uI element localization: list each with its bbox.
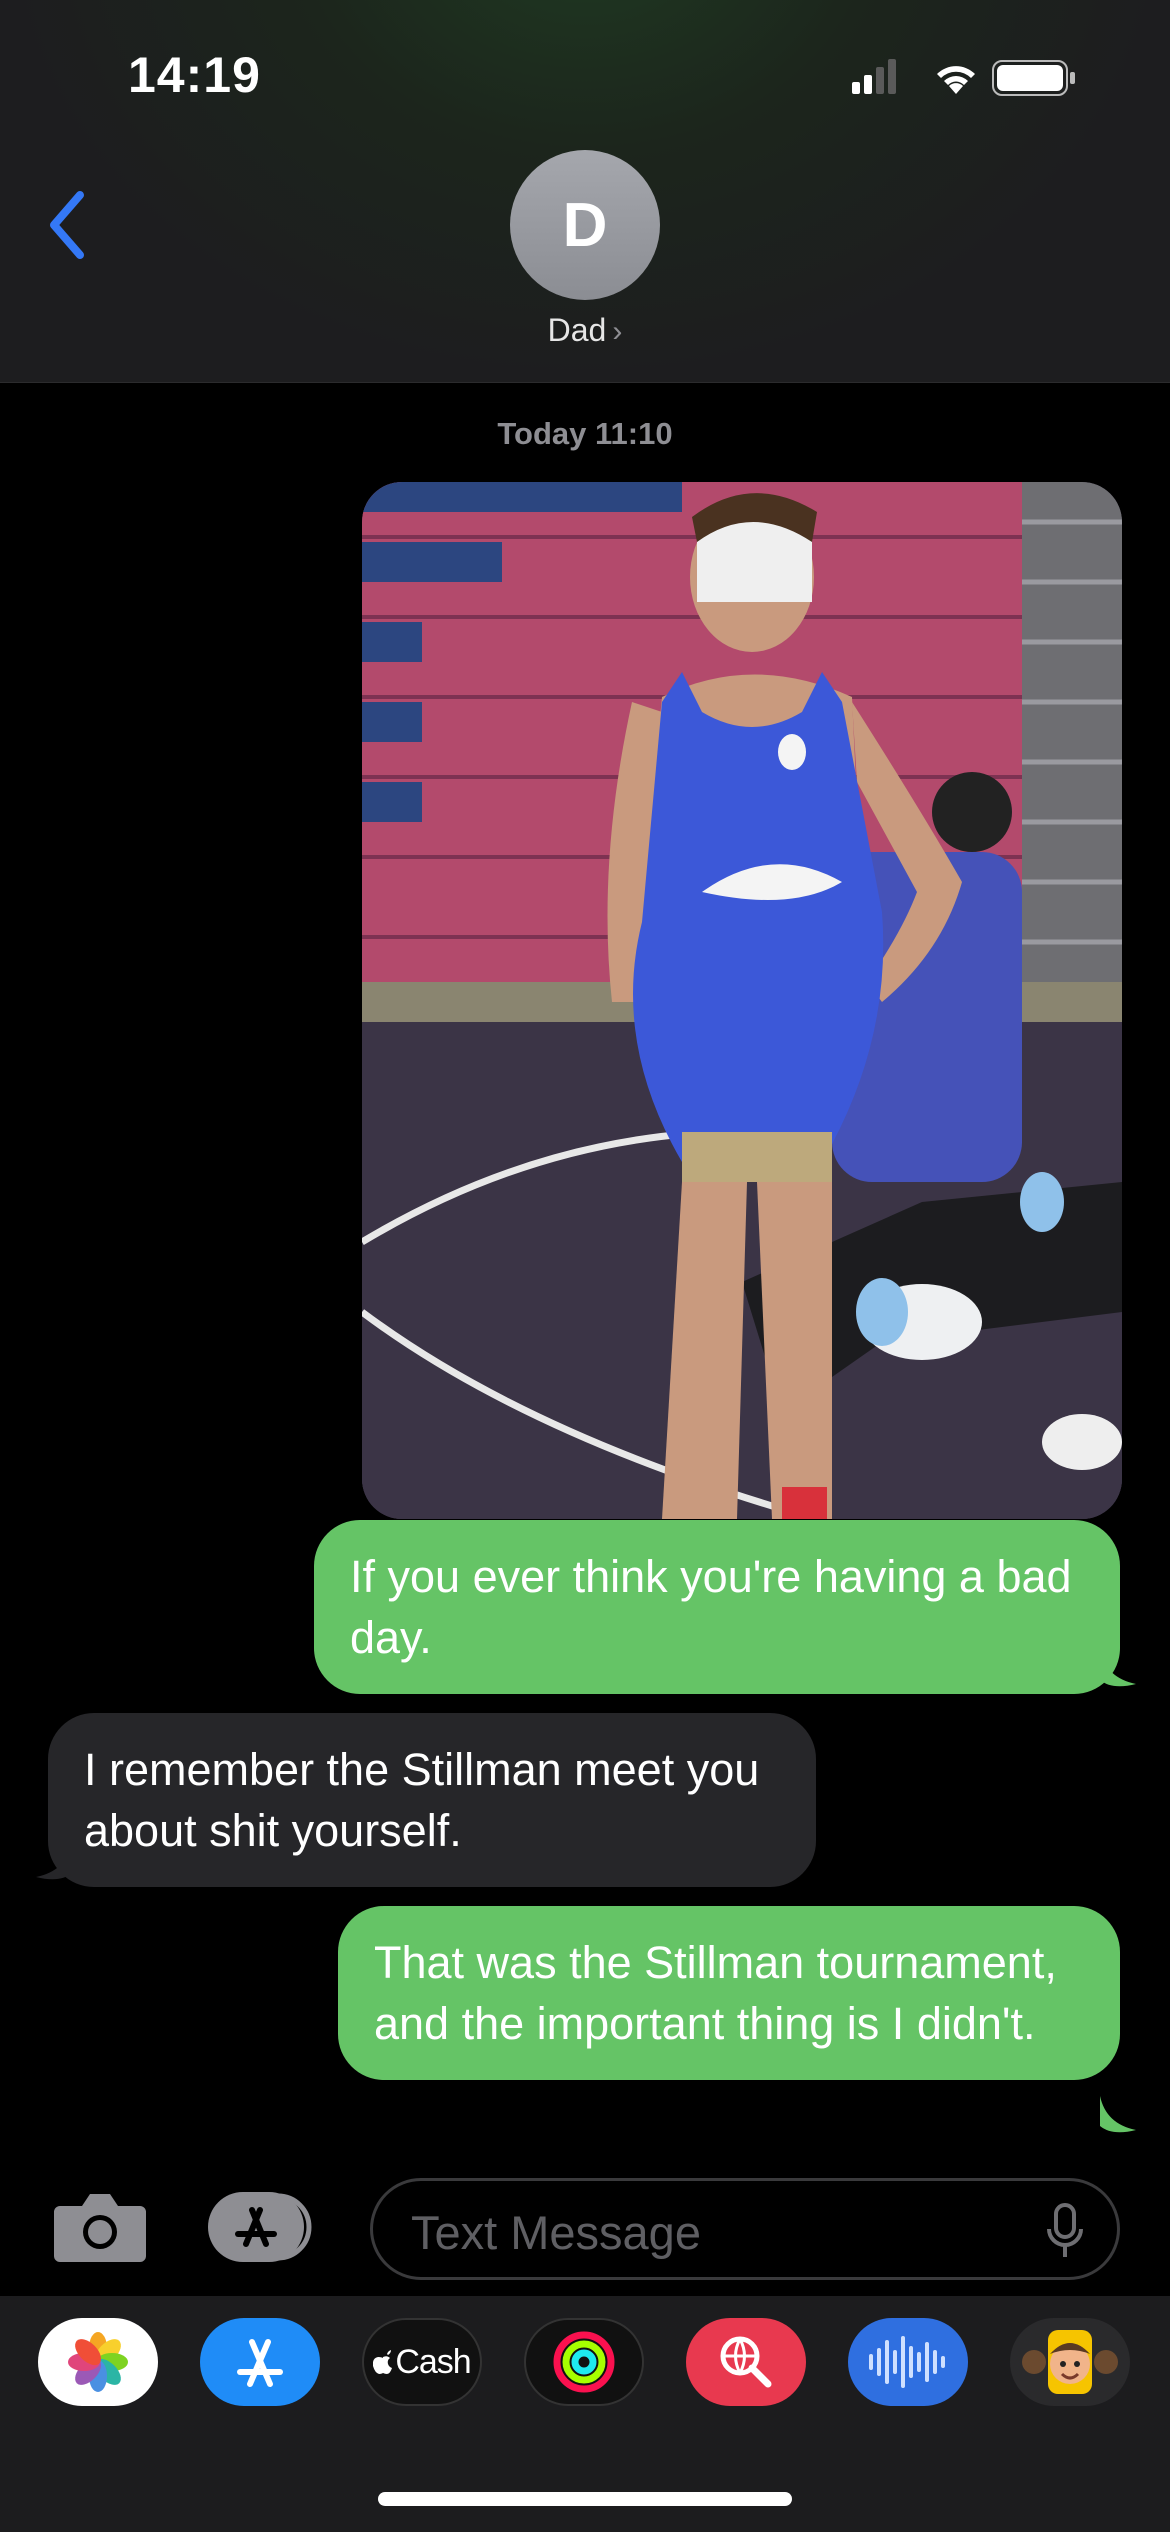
message-input[interactable]: Text Message (370, 2178, 1120, 2280)
apple-logo-icon (373, 2350, 393, 2374)
back-chevron-icon[interactable] (40, 185, 100, 265)
app-store-button-icon[interactable] (208, 2192, 320, 2262)
memoji-face-icon (1022, 2330, 1118, 2394)
contact-name: Dad (547, 312, 607, 348)
sent-message[interactable]: If you ever think you're having a bad da… (314, 1520, 1120, 1694)
photos-flower-icon (68, 2332, 128, 2392)
globe-search-icon (720, 2336, 772, 2388)
thread-timestamp: Today 11:10 (497, 416, 673, 451)
home-indicator[interactable] (378, 2492, 792, 2506)
avatar-initial: D (562, 190, 608, 260)
contact-avatar[interactable]: D (510, 150, 660, 300)
photo-attachment[interactable] (362, 482, 1122, 1519)
contact-name-button[interactable]: Dad › (0, 312, 1170, 349)
audio-message-icon[interactable] (848, 2318, 968, 2406)
message-text: I remember the Stillman meet you about s… (84, 1744, 760, 1856)
microphone-icon[interactable] (1043, 2203, 1087, 2261)
sent-message[interactable]: That was the Stillman tournament, and th… (338, 1906, 1120, 2080)
camera-icon[interactable] (52, 2190, 148, 2264)
app-store-a-icon (237, 2339, 283, 2387)
photos-app-icon[interactable] (38, 2318, 158, 2406)
wifi-icon (937, 66, 975, 94)
battery-icon (992, 60, 1075, 96)
chevron-right-icon: › (612, 315, 623, 348)
waveform-icon (869, 2336, 945, 2388)
received-message[interactable]: I remember the Stillman meet you about s… (48, 1713, 816, 1887)
memoji-icon[interactable] (1010, 2318, 1130, 2406)
activity-rings-icon (553, 2331, 615, 2393)
apple-cash-label: Cash (395, 2342, 471, 2381)
signal-icon (852, 59, 896, 94)
bubble-tail (1100, 2096, 1136, 2133)
app-store-icon[interactable] (200, 2318, 320, 2406)
input-placeholder: Text Message (411, 2206, 701, 2259)
message-text: That was the Stillman tournament, and th… (374, 1937, 1057, 2049)
wrestling-photo (362, 482, 1122, 1519)
bubble-tail (1100, 1650, 1136, 1687)
status-icons (852, 59, 1075, 96)
fitness-activity-icon[interactable] (524, 2318, 644, 2406)
message-text: If you ever think you're having a bad da… (350, 1551, 1072, 1663)
image-search-icon[interactable] (686, 2318, 806, 2406)
apple-cash-icon[interactable]: Cash (362, 2318, 482, 2406)
bubble-tail (36, 1843, 72, 1880)
status-time: 14:19 (128, 47, 261, 103)
